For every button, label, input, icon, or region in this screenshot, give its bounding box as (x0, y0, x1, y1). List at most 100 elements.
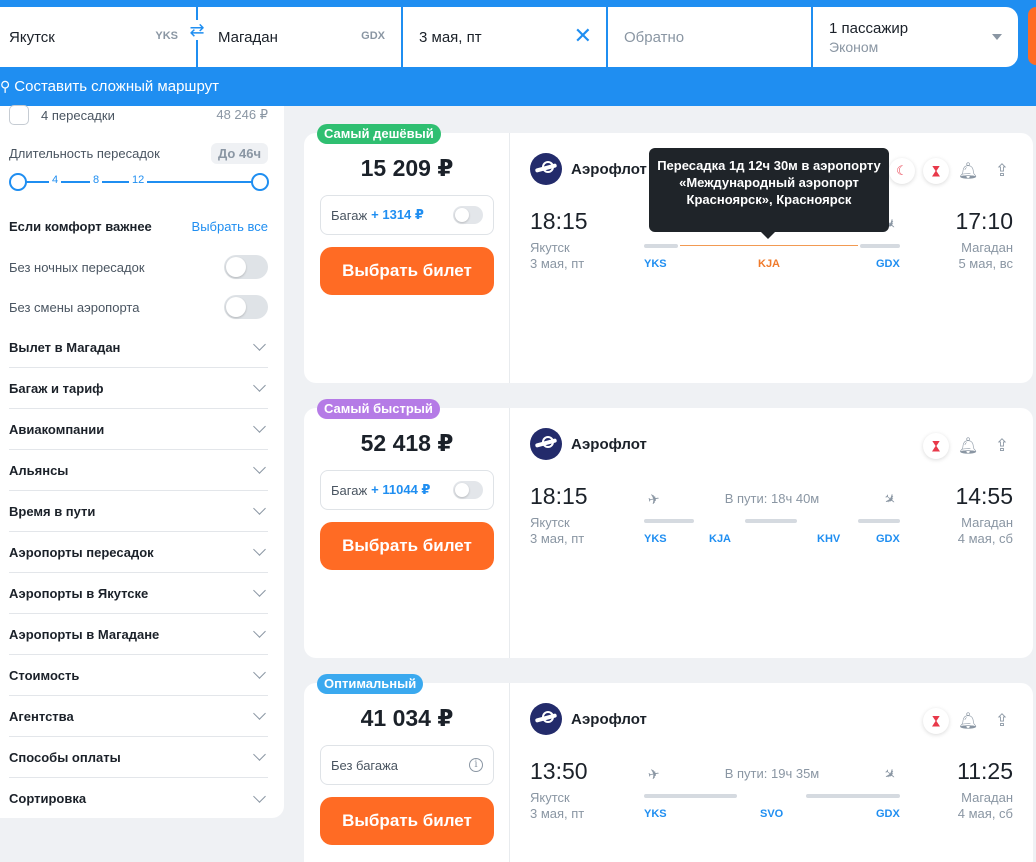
airport-code: KHV (817, 533, 841, 545)
filter-section[interactable]: Стоимость (9, 655, 268, 696)
chevron-down-icon (253, 502, 266, 515)
ticket-price-panel: Оптимальный 41 034 ₽ Без багажа i Выбрат… (304, 674, 510, 862)
slider-handle-min[interactable] (9, 173, 27, 191)
layover-slider[interactable]: 4 8 12 (9, 173, 269, 191)
filter-section-label: Время в пути (9, 503, 96, 519)
swap-icon[interactable]: ⇄ (186, 20, 208, 40)
filters-sidebar: 4 пересадки 48 246 ₽ Длительность переса… (0, 105, 284, 819)
layover-label: Длительность пересадок (9, 146, 160, 161)
baggage-price: + 11044 ₽ (371, 482, 431, 497)
bell-icon[interactable]: 🔔︎ (957, 436, 979, 456)
filter-section-label: Авиакомпании (9, 421, 105, 437)
chevron-down-icon (253, 543, 266, 556)
route-timeline: ✈ В пути: 19ч 35м ✈ YKS SVO GDX (644, 763, 900, 823)
filter-section[interactable]: Вылет в Магадан (9, 327, 268, 368)
share-icon[interactable]: ⇪ (991, 711, 1013, 731)
select-all-link[interactable]: Выбрать все (192, 219, 268, 234)
buy-ticket-button[interactable]: Выбрать билет (320, 247, 494, 295)
chevron-down-icon (253, 666, 266, 679)
filter-section[interactable]: Время в пути (9, 491, 268, 532)
layover-tooltip: Пересадка 1д 12ч 30м в аэропорту «Междун… (649, 148, 889, 239)
departure-date: 3 мая, пт (530, 256, 585, 271)
arrival-date: 5 мая, вс (958, 256, 1013, 271)
complex-route-link[interactable]: ⚲ Составить сложный маршрут (0, 78, 219, 95)
departure-info: Якутск 3 мая, пт (530, 790, 584, 822)
route-timeline: ✈ В пути: 18ч 40м ✈ YKS KJA KHV GDX (644, 488, 900, 548)
bell-icon[interactable]: 🔔︎ (957, 161, 979, 181)
filter-section[interactable]: Аэропорты в Якутске (9, 573, 268, 614)
hourglass-icon (923, 708, 949, 734)
departure-date: 3 мая, пт (419, 28, 482, 46)
no-airport-change-toggle[interactable] (224, 295, 268, 319)
baggage-option[interactable]: Багаж + 1314 ₽ (320, 195, 494, 235)
aeroflot-logo-icon (530, 703, 562, 735)
baggage-option[interactable]: Багаж + 11044 ₽ (320, 470, 494, 510)
filter-section[interactable]: Агентства (9, 696, 268, 737)
baggage-option[interactable]: Без багажа i (320, 745, 494, 785)
card-actions: 🔔︎ ⇪ (923, 433, 1013, 459)
arrival-date: 4 мая, сб (957, 806, 1013, 821)
filter-section[interactable]: Сортировка (9, 778, 268, 819)
search-button[interactable] (1028, 7, 1036, 65)
destination-field[interactable]: Магадан GDX (198, 7, 401, 67)
no-night-layovers-row: Без ночных пересадок (9, 255, 268, 279)
airport-code: YKS (644, 808, 667, 820)
layover-segment[interactable] (680, 245, 858, 246)
filter-stops-4[interactable]: 4 пересадки 48 246 ₽ (9, 105, 268, 125)
departure-city: Якутск (530, 515, 570, 530)
departure-date-field[interactable]: 3 мая, пт ✕ (403, 7, 606, 67)
share-icon[interactable]: ⇪ (991, 161, 1013, 181)
ticket-card[interactable]: Самый быстрый 52 418 ₽ Багаж + 11044 ₽ В… (304, 399, 1033, 658)
info-icon[interactable]: i (469, 758, 483, 772)
arrival-time: 14:55 (955, 483, 1013, 509)
departure-city: Якутск (530, 790, 570, 805)
airline: Аэрофлот (530, 153, 647, 185)
origin-field[interactable]: Якутск YKS (0, 7, 196, 67)
passengers-field[interactable]: 1 пассажир Эконом (813, 7, 1018, 67)
airport-code: KJA (758, 258, 781, 270)
no-night-label: Без ночных пересадок (9, 259, 145, 275)
filter-section[interactable]: Багаж и тариф (9, 368, 268, 409)
ticket-price: 41 034 ₽ (360, 705, 454, 731)
chevron-down-icon (253, 379, 266, 392)
flight-segment (644, 794, 737, 798)
filter-section[interactable]: Аэропорты пересадок (9, 532, 268, 573)
filter-section-label: Аэропорты в Якутске (9, 585, 149, 601)
flight-segment (644, 244, 678, 248)
arrival-city: Магадан (961, 240, 1013, 255)
arrival-info: Магадан 4 мая, сб (958, 515, 1013, 547)
card-actions: 🔔︎ ⇪ (923, 708, 1013, 734)
night-layover-icon: ☾ (889, 158, 915, 184)
filter-section[interactable]: Альянсы (9, 450, 268, 491)
baggage-label: Без багажа (331, 757, 399, 773)
buy-ticket-button[interactable]: Выбрать билет (320, 522, 494, 570)
layover-duration-header: Длительность пересадок До 46ч (9, 143, 268, 164)
baggage-toggle[interactable] (453, 206, 483, 224)
slider-handle-max[interactable] (251, 173, 269, 191)
ticket-card[interactable]: Оптимальный 41 034 ₽ Без багажа i Выбрат… (304, 674, 1033, 862)
departure-time: 13:50 (530, 758, 588, 784)
flight-segment (860, 244, 900, 248)
flight-segment (644, 519, 694, 523)
buy-ticket-button[interactable]: Выбрать билет (320, 797, 494, 845)
cabin-class: Эконом (829, 38, 879, 55)
filter-section[interactable]: Авиакомпании (9, 409, 268, 450)
layover-value: До 46ч (211, 143, 268, 164)
airline: Аэрофлот (530, 428, 647, 460)
checkbox[interactable] (9, 105, 29, 125)
airport-code: YKS (644, 258, 667, 270)
destination-city: Магадан (218, 28, 278, 46)
ticket-price: 15 209 ₽ (360, 155, 454, 181)
bell-icon[interactable]: 🔔︎ (957, 711, 979, 731)
airline-name: Аэрофлот (571, 710, 647, 728)
baggage-toggle[interactable] (453, 481, 483, 499)
share-icon[interactable]: ⇪ (991, 436, 1013, 456)
airline-name: Аэрофлот (571, 435, 647, 453)
arrival-city: Магадан (961, 790, 1013, 805)
filter-section[interactable]: Способы оплаты (9, 737, 268, 778)
filter-section[interactable]: Аэропорты в Магадане (9, 614, 268, 655)
departure-time: 18:15 (530, 483, 588, 509)
no-night-toggle[interactable] (224, 255, 268, 279)
return-date-field[interactable]: Обратно (608, 7, 811, 67)
clear-date-icon[interactable]: ✕ (574, 25, 592, 47)
